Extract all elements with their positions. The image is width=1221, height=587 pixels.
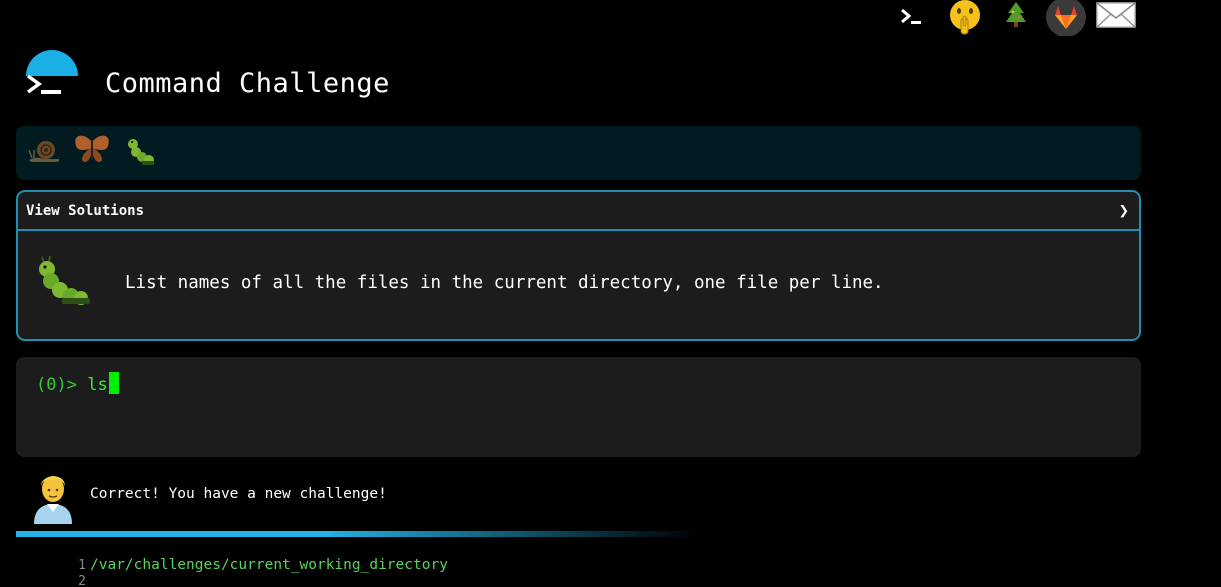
- view-solutions-label: View Solutions: [26, 203, 145, 219]
- email-link[interactable]: [1095, 0, 1137, 30]
- view-solutions-toggle[interactable]: View Solutions ❯: [18, 192, 1139, 231]
- tree-link[interactable]: [1001, 0, 1031, 30]
- top-icons: [895, 0, 1140, 38]
- terminal-cursor: [108, 372, 119, 394]
- terminal-icon: [901, 8, 921, 24]
- line-number: 1: [78, 558, 86, 573]
- butterfly-icon: [75, 135, 109, 162]
- gitlab-icon: [1046, 0, 1086, 36]
- terminal[interactable]: (0)> ls: [16, 357, 1141, 457]
- feedback: Correct! You have a new challenge!: [16, 466, 816, 524]
- output-panel: 1 /var/challenges/current_working_direct…: [16, 556, 1141, 587]
- envelope-icon: [1096, 2, 1136, 28]
- challenge-card: View Solutions ❯ List names of all the f…: [16, 190, 1141, 341]
- challenge-body: List names of all the files in the curre…: [18, 231, 1139, 339]
- terminal-logo-icon: [26, 74, 61, 94]
- caterpillar-icon: [39, 255, 90, 305]
- shush-face-icon: [950, 0, 980, 35]
- snail-icon: [28, 141, 60, 162]
- level-caterpillar[interactable]: [124, 132, 160, 172]
- terminal-prompt: (0)>: [36, 375, 77, 395]
- page-title: Command Challenge: [105, 68, 390, 99]
- caterpillar-level-icon: [36, 253, 96, 317]
- challenge-description: List names of all the files in the curre…: [125, 273, 884, 293]
- man-avatar-icon: [34, 476, 72, 524]
- level-snail[interactable]: [26, 132, 62, 172]
- terminal-input[interactable]: ls: [87, 375, 107, 395]
- output-line: /var/challenges/current_working_director…: [90, 557, 448, 573]
- chevron-right-icon: ❯: [1118, 201, 1129, 221]
- line-number: 2: [78, 574, 86, 587]
- terminal-link[interactable]: [895, 0, 927, 32]
- caterpillar-icon: [128, 139, 154, 165]
- shush-link[interactable]: [947, 0, 983, 36]
- feedback-message: Correct! You have a new challenge!: [90, 486, 387, 502]
- tree-icon: [1006, 2, 1026, 27]
- progress-bar: [16, 531, 696, 537]
- level-butterfly[interactable]: [72, 132, 112, 172]
- gitlab-link[interactable]: [1045, 0, 1087, 36]
- site-logo[interactable]: [24, 50, 80, 100]
- level-bar: [16, 126, 1141, 180]
- terminal-prompt-line: (0)> ls: [36, 372, 119, 395]
